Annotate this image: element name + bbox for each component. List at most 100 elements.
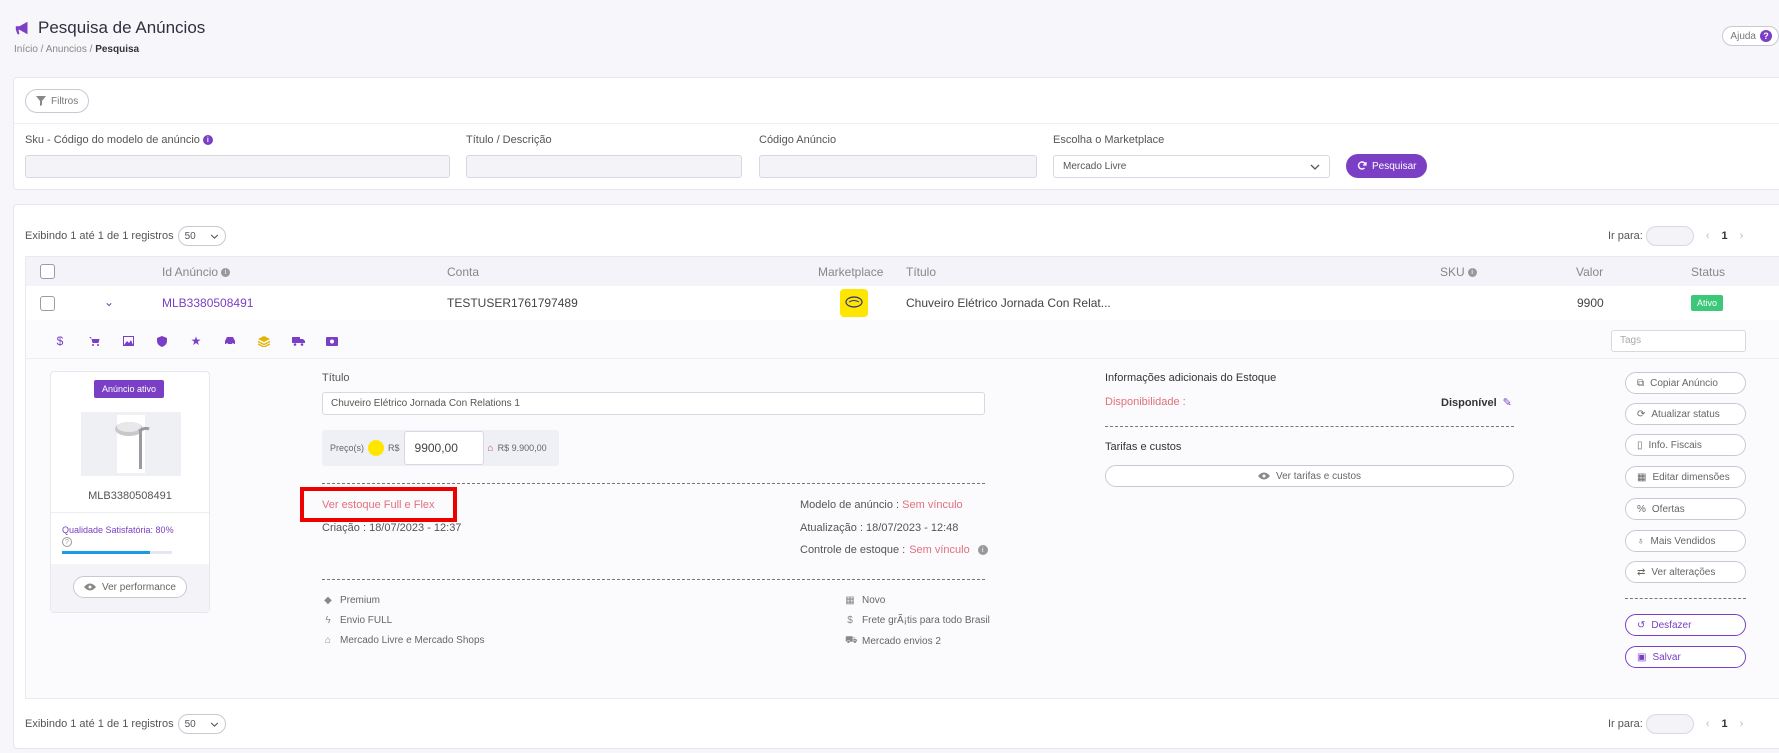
question-icon: ? bbox=[1760, 30, 1772, 42]
best-sellers-button[interactable]: ♁ Mais Vendidos bbox=[1625, 530, 1746, 552]
feature-condition-label: Novo bbox=[862, 595, 886, 606]
availability-label-text: Disponibilidade : bbox=[1105, 396, 1186, 408]
help-button[interactable]: Ajuda ? bbox=[1722, 26, 1779, 46]
info-icon: i bbox=[977, 545, 988, 555]
expand-chevron-icon[interactable]: ⌄ bbox=[104, 295, 114, 309]
prev-page-icon[interactable]: ‹ bbox=[1706, 718, 1710, 730]
col-status[interactable]: Status bbox=[1691, 265, 1725, 279]
bank-icon: ⌂ bbox=[487, 442, 494, 454]
chevron-down-icon bbox=[210, 721, 218, 727]
percent-icon: % bbox=[1637, 503, 1646, 515]
filters-toggle-button[interactable]: Filtros bbox=[25, 89, 90, 113]
page-size-select[interactable]: 50 bbox=[177, 714, 226, 734]
dollar-icon[interactable]: $ bbox=[43, 325, 77, 357]
detail-divider bbox=[25, 358, 1779, 359]
availability-value-text: Disponível bbox=[1441, 396, 1497, 409]
title-desc-label: Título / Descrição bbox=[466, 134, 552, 146]
calendar-icon: ▦ bbox=[845, 595, 855, 606]
current-page[interactable]: 1 bbox=[1722, 230, 1728, 242]
fiscal-info-button[interactable]: ▯ Info. Fiscais bbox=[1625, 434, 1746, 456]
page-title-text: Pesquisa de Anúncios bbox=[38, 18, 206, 37]
next-page-icon[interactable]: › bbox=[1740, 718, 1744, 730]
sku-input[interactable] bbox=[25, 155, 450, 178]
goto-page-input[interactable] bbox=[1645, 714, 1694, 734]
offers-button[interactable]: % Ofertas bbox=[1625, 498, 1746, 520]
info-icon: i bbox=[221, 267, 231, 277]
col-marketplace[interactable]: Marketplace bbox=[818, 265, 883, 279]
col-value[interactable]: Valor bbox=[1576, 265, 1603, 279]
info-icon: i bbox=[1467, 267, 1477, 277]
price-input[interactable]: 9900,00 bbox=[403, 431, 484, 465]
sku-label: Sku - Código do modelo de anúncio i bbox=[25, 134, 213, 146]
table-row[interactable]: ⌄ MLB3380508491 TESTUSER1761797489 Chuve… bbox=[25, 286, 1779, 320]
col-sku[interactable]: SKU i bbox=[1440, 265, 1477, 279]
breadcrumb-home[interactable]: Início bbox=[14, 44, 38, 55]
feature-channels: ⌂ Mercado Livre e Mercado Shops bbox=[323, 635, 485, 646]
copy-ad-button[interactable]: ⧉ Copiar Anúncio bbox=[1625, 372, 1746, 394]
view-performance-button[interactable]: Ver performance bbox=[73, 576, 187, 598]
row-ad-id[interactable]: MLB3380508491 bbox=[162, 296, 253, 310]
col-sku-label: SKU bbox=[1440, 265, 1465, 279]
image-icon[interactable] bbox=[111, 325, 145, 357]
feature-full: ϟ Envio FULL bbox=[323, 615, 392, 626]
title-desc-input[interactable] bbox=[466, 155, 742, 178]
tags-input[interactable]: Tags bbox=[1611, 330, 1746, 352]
product-thumbnail bbox=[81, 412, 181, 476]
ad-code-input[interactable] bbox=[759, 155, 1037, 178]
price-box: Preço(s) R$ 9900,00 ⌂ R$ 9.900,00 bbox=[322, 430, 559, 466]
breadcrumb-ads[interactable]: Anuncios bbox=[46, 44, 87, 55]
update-status-button[interactable]: ⟳ Atualizar status bbox=[1625, 403, 1746, 425]
row-checkbox[interactable] bbox=[40, 296, 55, 311]
copy-ad-label: Copiar Anúncio bbox=[1650, 377, 1718, 389]
goto-page-input[interactable] bbox=[1645, 226, 1694, 246]
records-summary-text: Exibindo 1 até 1 de 1 registros bbox=[25, 230, 174, 242]
ad-model-link[interactable]: Sem vínculo bbox=[902, 499, 963, 511]
cart-icon[interactable] bbox=[77, 325, 111, 357]
undo-button[interactable]: ↺ Desfazer bbox=[1625, 614, 1746, 636]
star-icon[interactable]: ★ bbox=[179, 325, 213, 357]
select-all-checkbox[interactable] bbox=[40, 264, 55, 279]
mercado-livre-logo-icon bbox=[368, 440, 385, 456]
dashed-divider bbox=[322, 483, 985, 484]
current-page[interactable]: 1 bbox=[1722, 718, 1728, 730]
breadcrumb-current: Pesquisa bbox=[95, 44, 140, 55]
search-button[interactable]: Pesquisar bbox=[1346, 154, 1428, 178]
edit-icon[interactable]: ✎ bbox=[1503, 396, 1512, 409]
shower-image-icon bbox=[115, 415, 150, 473]
truck-icon[interactable] bbox=[281, 325, 315, 357]
save-button[interactable]: ▣ Salvar bbox=[1625, 646, 1746, 668]
page-size-select[interactable]: 50 bbox=[177, 226, 226, 246]
view-fees-button[interactable]: Ver tarifas e custos bbox=[1105, 465, 1514, 487]
col-account[interactable]: Conta bbox=[447, 265, 479, 279]
document-icon: ▯ bbox=[1637, 439, 1643, 451]
layers-icon[interactable] bbox=[247, 325, 281, 357]
col-ad-id-label: Id Anúncio bbox=[162, 265, 219, 279]
next-page-icon[interactable]: › bbox=[1740, 230, 1744, 242]
filter-icon bbox=[36, 96, 46, 106]
shield-icon[interactable] bbox=[145, 325, 179, 357]
dashed-divider bbox=[1105, 426, 1514, 427]
col-title[interactable]: Título bbox=[906, 265, 936, 279]
panel-divider bbox=[51, 512, 209, 513]
view-stock-link[interactable]: Ver estoque Full e Flex bbox=[322, 499, 435, 511]
detail-title-label: Título bbox=[322, 372, 350, 384]
prev-page-icon[interactable]: ‹ bbox=[1706, 230, 1710, 242]
stock-control-link[interactable]: Sem vínculo bbox=[909, 544, 970, 556]
question-icon[interactable]: ? bbox=[62, 537, 72, 547]
availability-value: Disponível ✎ bbox=[1441, 396, 1512, 410]
page-title: Pesquisa de Anúncios bbox=[14, 18, 205, 38]
view-changes-button[interactable]: ⇄ Ver alterações bbox=[1625, 561, 1746, 583]
dollar-icon: $ bbox=[847, 615, 853, 626]
detail-title-input[interactable]: Chuveiro Elétrico Jornada Con Relations … bbox=[322, 392, 985, 415]
stock-control-label: Controle de estoque : bbox=[800, 544, 906, 556]
save-label: Salvar bbox=[1652, 651, 1681, 663]
feature-full-label: Envio FULL bbox=[340, 615, 393, 626]
car-icon[interactable] bbox=[213, 325, 247, 357]
records-summary-bottom: Exibindo 1 até 1 de 1 registros 50 bbox=[25, 714, 226, 734]
marketplace-select[interactable]: Mercado Livre bbox=[1053, 155, 1330, 178]
money-icon[interactable] bbox=[315, 325, 349, 357]
stock-control: Controle de estoque : Sem vínculo i bbox=[800, 544, 988, 556]
col-ad-id[interactable]: Id Anúncio i bbox=[162, 265, 231, 279]
updated-date: Atualização : 18/07/2023 - 12:48 bbox=[800, 522, 959, 534]
edit-dimensions-button[interactable]: ▦ Editar dimensões bbox=[1625, 466, 1746, 488]
